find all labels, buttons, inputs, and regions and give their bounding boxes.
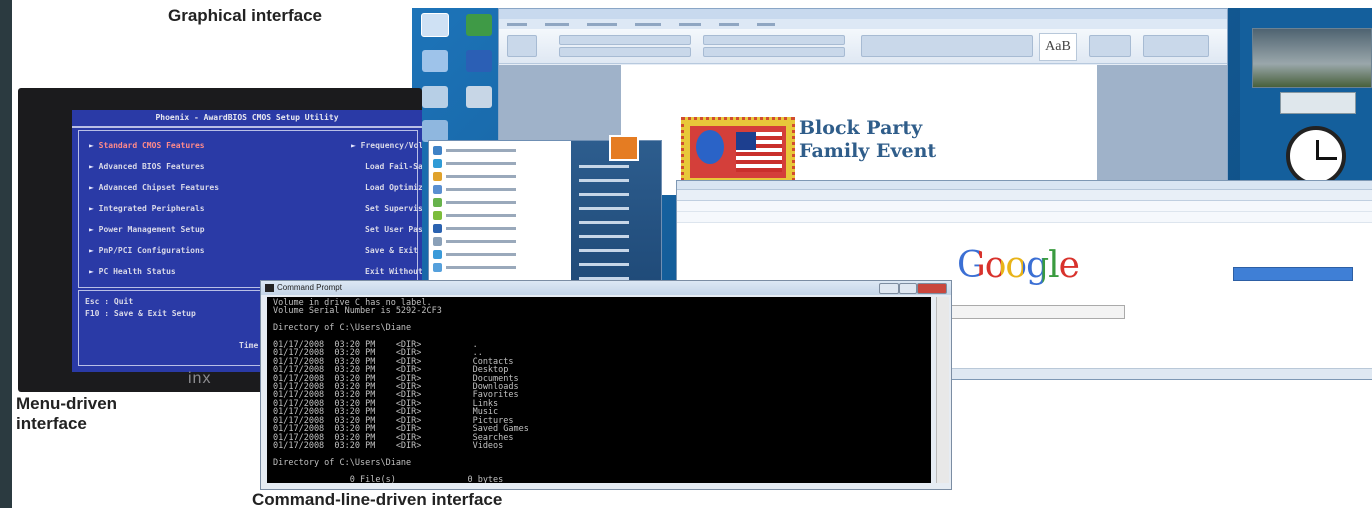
start-menu-place[interactable]	[579, 179, 629, 182]
word-titlebar[interactable]	[499, 9, 1227, 19]
start-menu-item[interactable]	[433, 210, 516, 221]
alignment-group[interactable]	[703, 47, 845, 57]
bios-menu-item[interactable]: ► Advanced Chipset Features	[89, 183, 219, 192]
install-toolbar-button[interactable]	[1233, 267, 1353, 281]
start-menu-place[interactable]	[579, 207, 629, 210]
bios-menu-item[interactable]: Set User Password	[365, 225, 422, 234]
search-box[interactable]	[951, 305, 1125, 319]
start-menu-place[interactable]	[579, 221, 629, 224]
start-menu-item[interactable]	[433, 158, 516, 169]
start-menu-item[interactable]	[433, 262, 516, 273]
monitor-brand-logo: inx	[188, 370, 212, 387]
start-menu-item[interactable]	[433, 171, 516, 182]
bios-menu-item[interactable]: Load Fail-Safe Defaults	[365, 162, 422, 171]
bios-help-line: F10 : Save & Exit Setup	[85, 309, 196, 318]
start-menu-place[interactable]	[579, 249, 629, 252]
network-icon[interactable]	[418, 46, 452, 76]
command-prompt-window[interactable]: Command Prompt Volume in drive C has no …	[260, 280, 952, 490]
block-party-clipart	[681, 117, 795, 187]
computer-icon[interactable]	[418, 10, 452, 40]
start-menu-item[interactable]	[433, 197, 516, 208]
slideshow-gadget[interactable]	[1252, 28, 1372, 88]
font-format-group[interactable]	[559, 47, 691, 57]
bios-menu-item[interactable]: ► PnP/PCI Configurations	[89, 246, 205, 255]
shortcut-icon[interactable]	[462, 82, 496, 112]
weather-gadget[interactable]	[1280, 92, 1356, 114]
bios-menu-item[interactable]: Save & Exit Setup	[365, 246, 422, 255]
styles-gallery[interactable]	[861, 35, 1033, 57]
browser-titlebar[interactable]	[677, 181, 1372, 190]
address-bar[interactable]	[677, 190, 1372, 201]
document-page[interactable]: Block Party Family Event	[621, 65, 1097, 195]
minimize-button[interactable]	[879, 283, 899, 294]
start-menu-place[interactable]	[579, 193, 629, 196]
cmd-line: Volume Serial Number is 5292-2CF3	[273, 306, 442, 317]
google-logo: Google	[957, 245, 1080, 286]
bios-menu-item[interactable]: ► Frequency/Voltage Control	[351, 141, 422, 150]
command-bar[interactable]	[677, 212, 1372, 223]
start-menu[interactable]	[428, 135, 662, 288]
document-headline: Block Party Family Event	[799, 117, 937, 162]
cmd-scrollbar[interactable]	[936, 297, 949, 483]
start-menu-places	[571, 135, 661, 287]
cmd-line: 01/17/2008 03:20 PM <DIR> Videos	[273, 440, 504, 451]
cmd-titlebar[interactable]: Command Prompt	[261, 281, 951, 295]
start-menu-item[interactable]	[433, 249, 516, 260]
start-menu-place[interactable]	[579, 235, 629, 238]
cmd-app-icon	[265, 284, 274, 292]
bios-help-line: Esc : Quit	[85, 297, 134, 306]
cmd-line: Directory of C:\Users\Diane	[273, 323, 412, 334]
cmd-line: 0 File(s) 0 bytes	[273, 474, 504, 483]
paragraph-group[interactable]	[703, 35, 845, 45]
caption-command-line: Command-line-driven interface	[252, 490, 503, 508]
bios-menu-item[interactable]: ► Standard CMOS Features	[89, 141, 205, 150]
font-group[interactable]	[559, 35, 691, 45]
word-icon[interactable]	[462, 46, 496, 76]
start-menu-item[interactable]	[433, 223, 516, 234]
change-styles-button[interactable]	[1089, 35, 1131, 57]
paste-button[interactable]	[507, 35, 537, 57]
bios-menu-item[interactable]: Set Supervisor Password	[365, 204, 422, 213]
ribbon-tabs[interactable]	[499, 19, 1227, 29]
bios-menu-item[interactable]: ► Advanced BIOS Features	[89, 162, 205, 171]
start-menu-item[interactable]	[433, 236, 516, 247]
bios-time-label: Time	[239, 341, 259, 350]
bios-menu-item[interactable]: ► Power Management Setup	[89, 225, 205, 234]
start-menu-item[interactable]	[433, 145, 516, 156]
start-menu-programs	[429, 141, 571, 287]
caption-menu-driven: Menu-driven interface	[16, 394, 118, 433]
bios-menu-item[interactable]: Load Optimized Defaults	[365, 183, 422, 192]
close-button[interactable]	[917, 283, 947, 294]
excel-icon[interactable]	[462, 10, 496, 40]
maximize-button[interactable]	[899, 283, 917, 294]
user-picture[interactable]	[609, 135, 639, 161]
bios-menu-item[interactable]: Exit Without Saving	[365, 267, 422, 276]
bios-menu-item[interactable]: ► PC Health Status	[89, 267, 176, 276]
start-menu-place[interactable]	[579, 165, 629, 168]
start-menu-place[interactable]	[579, 263, 629, 266]
start-menu-item[interactable]	[433, 184, 516, 195]
editing-group[interactable]	[1143, 35, 1209, 57]
style-sample[interactable]: AaB	[1039, 33, 1077, 61]
bios-menu-item[interactable]: ► Integrated Peripherals	[89, 204, 205, 213]
bios-title: Phoenix - AwardBIOS CMOS Setup Utility	[72, 110, 422, 128]
word-ribbon[interactable]: AaB	[499, 29, 1227, 64]
cmd-output[interactable]: Volume in drive C has no label. Volume Se…	[267, 297, 931, 483]
recycle-bin-icon[interactable]	[418, 82, 452, 112]
favorites-bar[interactable]	[677, 201, 1372, 212]
cmd-title: Command Prompt	[277, 283, 342, 292]
bios-menu-panel: ► Standard CMOS Features ► Advanced BIOS…	[78, 130, 422, 288]
clock-gadget[interactable]	[1286, 126, 1346, 186]
caption-graphical: Graphical interface	[168, 6, 323, 25]
cmd-line: Directory of C:\Users\Diane	[273, 457, 412, 468]
collage-canvas: AaB Block Party Family Event Google Grap…	[12, 0, 1372, 508]
